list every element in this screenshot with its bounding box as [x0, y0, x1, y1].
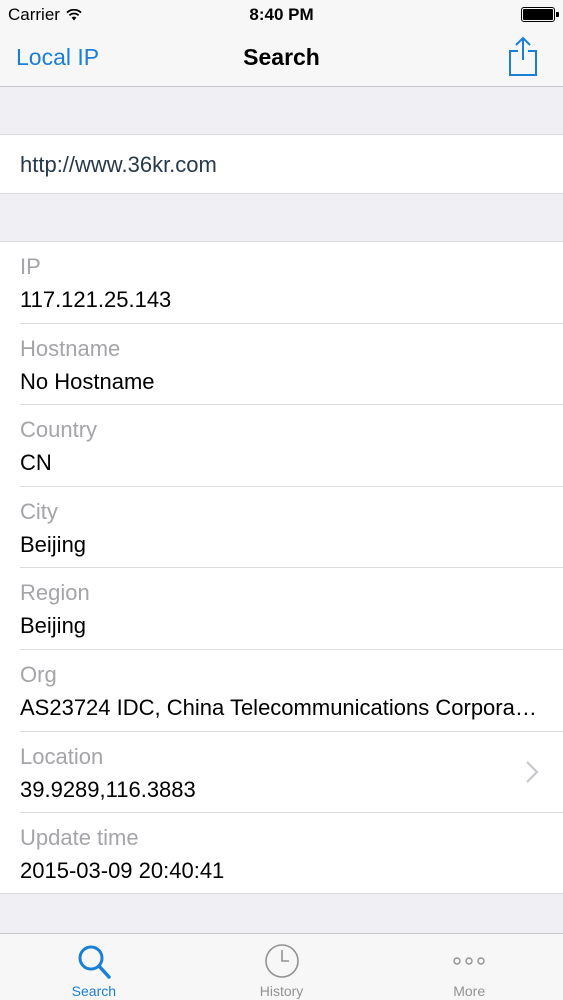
- location-label: Location: [20, 743, 104, 769]
- detail-row-org: Org AS23724 IDC, China Telecommunication…: [0, 650, 563, 732]
- page-title: Search: [243, 44, 320, 70]
- city-value: Beijing: [20, 531, 87, 557]
- clock-icon: [264, 944, 299, 978]
- url-input[interactable]: http://www.36kr.com: [20, 152, 217, 178]
- search-icon: [78, 945, 111, 979]
- status-time: 8:40 PM: [249, 5, 314, 24]
- country-value: CN: [20, 450, 52, 476]
- location-value: 39.9289,116.3883: [20, 776, 196, 802]
- tab-history[interactable]: History: [188, 934, 376, 1000]
- more-dots-icon: [453, 957, 485, 965]
- update-time-label: Update time: [20, 825, 139, 851]
- tab-more-label: More: [453, 983, 486, 999]
- url-input-cell[interactable]: http://www.36kr.com: [0, 134, 563, 194]
- detail-row-ip: IP 117.121.25.143: [0, 242, 563, 324]
- org-value: AS23724 IDC, China Telecommunications Co…: [20, 694, 541, 720]
- share-icon[interactable]: [507, 36, 539, 76]
- tab-history-label: History: [259, 983, 304, 999]
- ip-value: 117.121.25.143: [20, 287, 172, 312]
- update-time-value: 2015-03-09 20:40:41: [20, 858, 225, 884]
- tab-more[interactable]: More: [375, 934, 563, 1000]
- tab-bar: Search History More: [0, 933, 563, 1000]
- region-label: Region: [20, 580, 90, 606]
- detail-row-country: Country CN: [0, 405, 563, 487]
- status-bar: Carrier 8:40 PM: [0, 0, 563, 30]
- detail-row-region: Region Beijing: [0, 568, 563, 650]
- battery-icon: [521, 7, 559, 22]
- ip-details-list: IP 117.121.25.143 Hostname No Hostname C…: [0, 241, 563, 894]
- city-label: City: [20, 498, 58, 524]
- country-label: Country: [20, 417, 98, 443]
- detail-row-hostname: Hostname No Hostname: [0, 324, 563, 406]
- ip-label: IP: [20, 254, 41, 279]
- hostname-value: No Hostname: [20, 368, 155, 394]
- navigation-bar: Local IP Search: [0, 30, 563, 87]
- org-label: Org: [20, 661, 57, 687]
- detail-row-city: City Beijing: [0, 487, 563, 569]
- detail-row-location[interactable]: Location 39.9289,116.3883: [0, 732, 563, 814]
- tab-search[interactable]: Search: [0, 934, 188, 1000]
- hostname-label: Hostname: [20, 335, 121, 361]
- detail-row-update-time: Update time 2015-03-09 20:40:41: [0, 813, 563, 895]
- chevron-right-icon: [526, 760, 539, 783]
- region-value: Beijing: [20, 613, 87, 639]
- tab-search-label: Search: [71, 983, 117, 999]
